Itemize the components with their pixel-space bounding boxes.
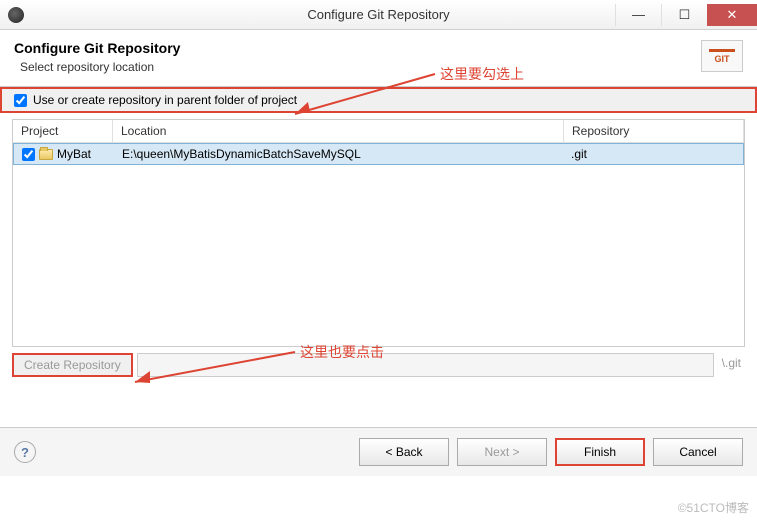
cell-location: E:\queen\MyBatisDynamicBatchSaveMySQL <box>114 145 563 163</box>
create-repo-row: Create Repository \.git <box>12 353 745 377</box>
row-checkbox[interactable] <box>22 148 35 161</box>
close-button[interactable]: ✕ <box>707 4 757 26</box>
cancel-button[interactable]: Cancel <box>653 438 743 466</box>
table-header: Project Location Repository <box>13 120 744 143</box>
watermark: ©51CTO博客 <box>678 499 749 516</box>
use-parent-folder-checkbox[interactable] <box>14 94 27 107</box>
page-subtitle: Select repository location <box>20 60 743 74</box>
table-row[interactable]: MyBat E:\queen\MyBatisDynamicBatchSaveMy… <box>13 143 744 165</box>
titlebar: Configure Git Repository — ☐ ✕ <box>0 0 757 30</box>
create-repository-button[interactable]: Create Repository <box>12 353 133 377</box>
footer: ? < Back Next > Finish Cancel <box>0 428 757 476</box>
col-project[interactable]: Project <box>13 120 113 142</box>
repo-path-input[interactable] <box>137 353 714 377</box>
project-table: Project Location Repository MyBat E:\que… <box>12 119 745 347</box>
minimize-button[interactable]: — <box>615 4 661 26</box>
page-title: Configure Git Repository <box>14 40 743 56</box>
use-parent-folder-checkbox-row[interactable]: Use or create repository in parent folde… <box>0 87 757 113</box>
window-title: Configure Git Repository <box>307 7 449 22</box>
col-location[interactable]: Location <box>113 120 564 142</box>
git-icon: GIT <box>701 40 743 72</box>
cell-repository: .git <box>563 145 743 163</box>
next-button: Next > <box>457 438 547 466</box>
footer-buttons: < Back Next > Finish Cancel <box>359 438 743 466</box>
window-controls: — ☐ ✕ <box>615 4 757 26</box>
finish-button[interactable]: Finish <box>555 438 645 466</box>
app-icon <box>8 7 24 23</box>
dialog-header: Configure Git Repository Select reposito… <box>0 30 757 87</box>
help-icon[interactable]: ? <box>14 441 36 463</box>
checkbox-label: Use or create repository in parent folde… <box>33 93 297 107</box>
content-area: Use or create repository in parent folde… <box>0 87 757 377</box>
maximize-button[interactable]: ☐ <box>661 4 707 26</box>
folder-icon <box>39 149 53 160</box>
cell-project: MyBat <box>14 145 114 163</box>
back-button[interactable]: < Back <box>359 438 449 466</box>
path-suffix: \.git <box>718 353 745 377</box>
col-repository[interactable]: Repository <box>564 120 744 142</box>
